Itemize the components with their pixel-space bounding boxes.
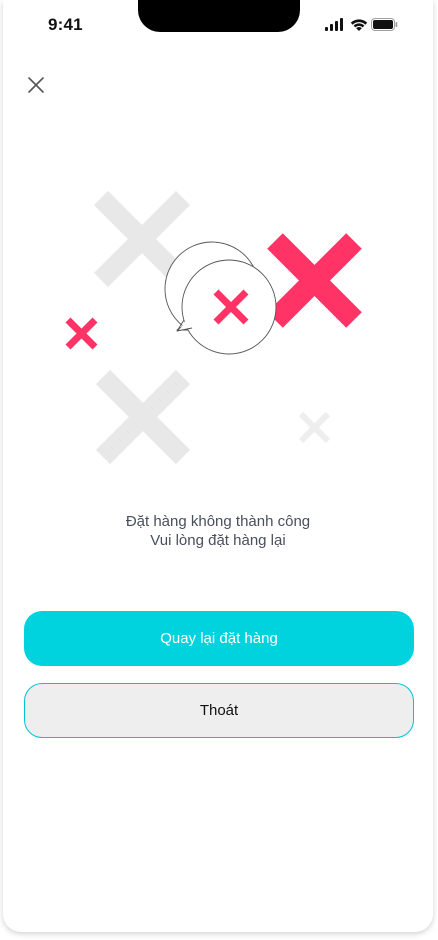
device-notch <box>138 0 300 32</box>
close-button[interactable] <box>23 72 49 98</box>
error-subtitle: Vui lòng đặt hàng lại <box>150 532 286 549</box>
status-time: 9:41 <box>48 15 83 34</box>
battery-icon <box>371 18 398 31</box>
phone-screen: 9:41 Đặt hàng không thành công Vui lòng … <box>3 0 433 932</box>
large-pink-cross-icon <box>267 233 362 328</box>
close-icon <box>28 77 44 93</box>
signal-icon <box>325 18 343 31</box>
error-message: Đặt hàng không thành công Vui lòng đặt h… <box>3 512 433 550</box>
small-pink-cross-icon <box>65 317 98 350</box>
status-bar: 9:41 <box>3 0 433 50</box>
retry-order-button[interactable]: Quay lại đặt hàng <box>24 611 414 666</box>
exit-button[interactable]: Thoát <box>24 683 414 738</box>
order-failed-illustration <box>65 190 362 465</box>
bottom-gray-cross-icon <box>95 369 191 465</box>
small-gray-cross-icon <box>298 411 331 444</box>
error-title: Đặt hàng không thành công <box>125 513 311 530</box>
wifi-icon <box>350 19 368 31</box>
